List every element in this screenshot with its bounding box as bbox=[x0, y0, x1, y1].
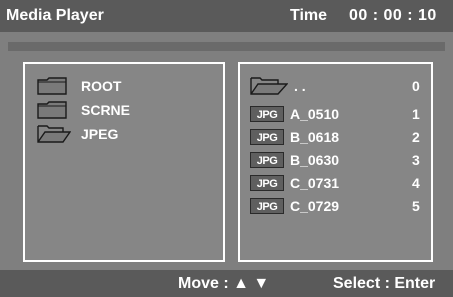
file-list-panel[interactable]: . . 0 JPG A_0510 1 JPG B_0618 2 JPG B_06… bbox=[238, 62, 433, 262]
top-strip bbox=[8, 42, 445, 51]
file-label: A_0510 bbox=[290, 106, 340, 122]
jpg-file-icon: JPG bbox=[250, 106, 284, 122]
file-item-b0618[interactable]: JPG B_0618 2 bbox=[250, 127, 430, 147]
folder-label: JPEG bbox=[81, 126, 119, 142]
file-label: . . bbox=[294, 78, 306, 94]
jpg-file-icon: JPG bbox=[250, 175, 284, 191]
folder-list-panel[interactable]: ROOT SCRNE JPEG bbox=[23, 62, 225, 262]
folder-open-icon bbox=[37, 125, 71, 143]
file-index: 3 bbox=[412, 152, 420, 168]
folder-closed-icon bbox=[37, 101, 67, 119]
folder-item-scrne[interactable]: SCRNE bbox=[37, 100, 130, 120]
jpg-file-icon: JPG bbox=[250, 198, 284, 214]
folder-label: SCRNE bbox=[81, 102, 131, 118]
folder-item-root[interactable]: ROOT bbox=[37, 76, 121, 96]
file-item-b0630[interactable]: JPG B_0630 3 bbox=[250, 150, 430, 170]
file-index: 0 bbox=[412, 78, 420, 94]
file-item-c0731[interactable]: JPG C_0731 4 bbox=[250, 173, 430, 193]
folder-label: ROOT bbox=[81, 78, 122, 94]
folder-closed-icon bbox=[37, 77, 67, 95]
file-index: 2 bbox=[412, 129, 420, 145]
file-label: B_0618 bbox=[290, 129, 340, 145]
file-index: 4 bbox=[412, 175, 420, 191]
file-item-a0510[interactable]: JPG A_0510 1 bbox=[250, 104, 430, 124]
folder-open-icon bbox=[250, 77, 288, 95]
time-label: Time bbox=[290, 7, 328, 24]
move-hint: Move : ▲ ▼ bbox=[178, 275, 270, 292]
jpg-file-icon: JPG bbox=[250, 129, 284, 145]
file-label: B_0630 bbox=[290, 152, 340, 168]
file-index: 1 bbox=[412, 106, 420, 122]
title-bar: Media Player Time 00 : 00 : 10 bbox=[0, 0, 453, 32]
time-value: 00 : 00 : 10 bbox=[349, 7, 437, 24]
file-item-c0729[interactable]: JPG C_0729 5 bbox=[250, 196, 430, 216]
file-index: 5 bbox=[412, 198, 420, 214]
app-title: Media Player bbox=[6, 7, 104, 24]
file-item-parent[interactable]: . . 0 bbox=[250, 76, 430, 96]
select-hint: Select : Enter bbox=[333, 275, 436, 292]
folder-item-jpeg[interactable]: JPEG bbox=[37, 124, 118, 144]
jpg-file-icon: JPG bbox=[250, 152, 284, 168]
file-label: C_0729 bbox=[290, 198, 340, 214]
file-label: C_0731 bbox=[290, 175, 340, 191]
footer-bar: Move : ▲ ▼ Select : Enter bbox=[0, 270, 453, 297]
